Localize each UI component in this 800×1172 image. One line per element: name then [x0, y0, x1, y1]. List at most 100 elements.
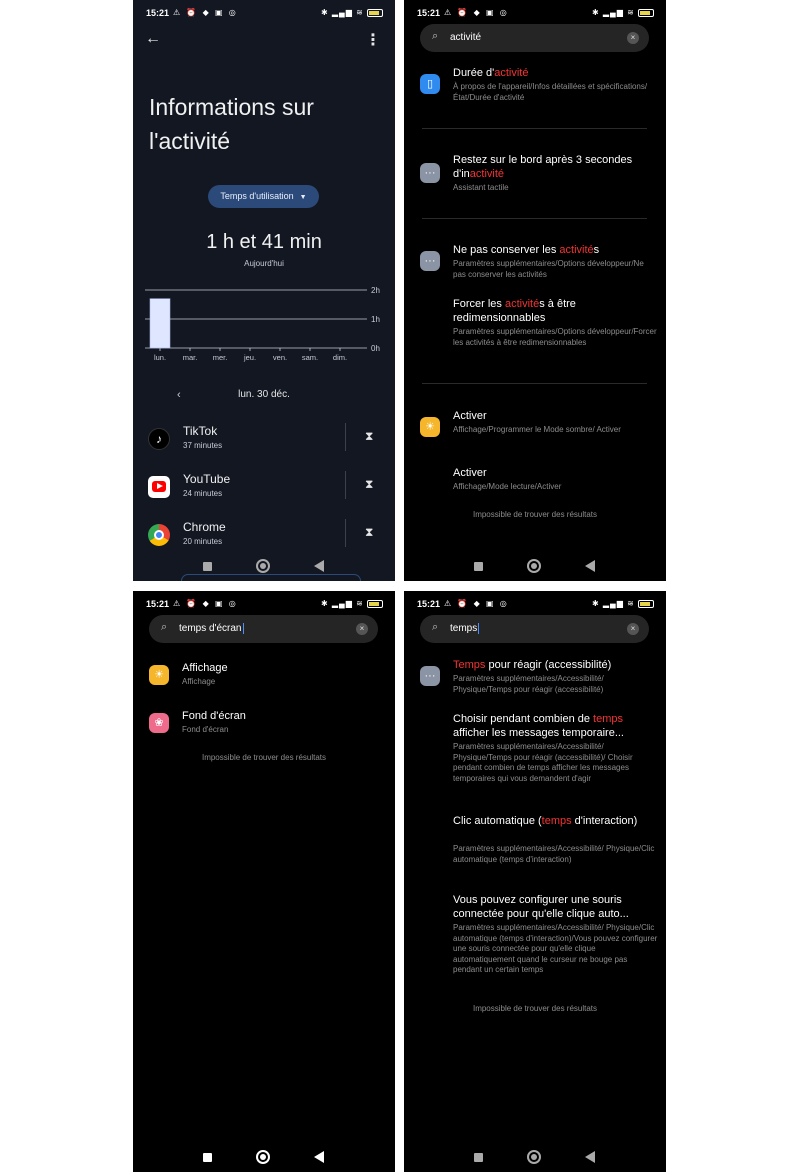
home-button[interactable]	[527, 559, 541, 573]
x-tick-label: ven.	[273, 353, 287, 362]
result-path: Paramètres supplémentaires/Options dével…	[453, 327, 657, 347]
bottom-sheet-handle	[181, 574, 361, 581]
bar-lun.	[149, 298, 171, 349]
system-icons: ✱ ▂▄▆ ≋	[321, 599, 383, 608]
tiktok-icon: ♪	[148, 428, 170, 450]
app-time: 37 minutes	[183, 441, 223, 450]
notification-icons: ⚠ ⏰ ◆ ▣ ◎	[173, 8, 238, 17]
app-row-tiktok[interactable]: ♪ TikTok 37 minutes ⧗	[133, 420, 395, 460]
dropdown-label: Temps d'utilisation	[220, 191, 294, 201]
system-icons: ✱ ▂▄▆ ≋	[592, 8, 654, 17]
page-title: Informations sur l'activité	[149, 94, 314, 154]
recents-button[interactable]	[474, 562, 483, 571]
back-button[interactable]	[585, 560, 595, 572]
app-name: YouTube	[183, 472, 231, 486]
x-tick-label: lun.	[154, 353, 166, 362]
status-time: 15:21	[417, 8, 441, 18]
result-title: Durée d'activité	[453, 67, 529, 79]
back-button[interactable]	[314, 560, 324, 572]
app-row-chrome[interactable]: Chrome 20 minutes ⧗	[133, 516, 395, 556]
hourglass-icon[interactable]: ⧗	[365, 477, 373, 492]
divider	[345, 519, 346, 547]
result-title: Forcer les activités à être redimensionn…	[453, 298, 576, 324]
result-title: Activer	[453, 410, 487, 422]
clear-icon[interactable]: ×	[356, 623, 368, 635]
recents-button[interactable]	[474, 1153, 483, 1162]
result-path: Assistant tactile	[453, 183, 509, 192]
search-bar[interactable]: ⌕ temps ×	[420, 615, 649, 643]
divider	[422, 218, 647, 219]
date-selector: ‹ lun. 30 déc.	[133, 389, 395, 403]
more-dots-icon: ···	[420, 666, 440, 686]
search-input[interactable]: temps	[450, 623, 480, 634]
result-path: Paramètres supplémentaires/Accessibilité…	[453, 923, 658, 974]
chrome-icon	[148, 524, 170, 546]
recents-button[interactable]	[203, 562, 212, 571]
result-path: Paramètres supplémentaires/Accessibilité…	[453, 742, 633, 783]
more-options-icon[interactable]: ⋮	[365, 30, 381, 50]
battery-icon	[638, 599, 654, 608]
app-name: TikTok	[183, 424, 218, 438]
result-title: Restez sur le bord après 3 secondes d'in…	[453, 154, 633, 180]
home-button[interactable]	[256, 1150, 270, 1164]
result-path: Paramètres supplémentaires/Accessibilité…	[453, 674, 604, 694]
status-bar: 15:21 ⚠ ⏰ ◆ ▣ ◎ ✱ ▂▄▆ ≋	[133, 591, 395, 617]
hourglass-icon[interactable]: ⧗	[365, 429, 373, 444]
battery-icon	[367, 8, 383, 17]
result-title: Ne pas conserver les activités	[453, 244, 600, 256]
x-tick-label: dim.	[333, 353, 347, 362]
back-button[interactable]	[314, 1151, 324, 1163]
clear-icon[interactable]: ×	[627, 32, 639, 44]
hourglass-icon[interactable]: ⧗	[365, 525, 373, 540]
result-path: Paramètres supplémentaires/Accessibilité…	[453, 844, 655, 864]
usage-type-dropdown[interactable]: Temps d'utilisation ▼	[208, 185, 319, 208]
clear-icon[interactable]: ×	[627, 623, 639, 635]
divider	[345, 423, 346, 451]
chevron-down-icon: ▼	[299, 194, 307, 201]
status-time: 15:21	[146, 8, 170, 18]
search-icon: ⌕	[432, 621, 439, 633]
home-button[interactable]	[527, 1150, 541, 1164]
result-title: Vous pouvez configurer une souris connec…	[453, 894, 629, 920]
result-title: Temps pour réagir (accessibilité)	[453, 659, 612, 671]
back-button[interactable]	[585, 1151, 595, 1163]
sun-icon: ☀	[149, 665, 169, 685]
search-bar[interactable]: ⌕ activité ×	[420, 24, 649, 52]
screen-search-temps-ecran: 15:21 ⚠ ⏰ ◆ ▣ ◎ ✱ ▂▄▆ ≋ ⌕ temps d'écran …	[133, 591, 395, 1172]
search-input[interactable]: temps d'écran	[179, 623, 244, 634]
search-input[interactable]: activité	[450, 32, 481, 43]
screen-search-temps: 15:21 ⚠ ⏰ ◆ ▣ ◎ ✱ ▂▄▆ ≋ ⌕ temps × ··· Te…	[404, 591, 666, 1172]
search-bar[interactable]: ⌕ temps d'écran ×	[149, 615, 378, 643]
result-path: Paramètres supplémentaires/Options dével…	[453, 259, 644, 279]
more-dots-icon: ···	[420, 251, 440, 271]
nav-bar	[133, 1147, 395, 1171]
result-path: Affichage/Mode lecture/Activer	[453, 482, 562, 491]
status-time: 15:21	[146, 599, 170, 609]
usage-chart-svg: 2h 1h 0h lun. mar. mer. jeu. ven. sam. dim.	[145, 286, 380, 362]
status-bar: 15:21 ⚠ ⏰ ◆ ▣ ◎ ✱ ▂▄▆ ≋	[404, 591, 666, 617]
result-title: Choisir pendant combien de temps affiche…	[453, 713, 624, 739]
screen-activity-info: 15:21 ⚠ ⏰ ◆ ▣ ◎ ✱ ▂▄▆ ≋ ← ⋮ Informations…	[133, 0, 395, 581]
status-time: 15:21	[417, 599, 441, 609]
recents-button[interactable]	[203, 1153, 212, 1162]
no-results-text: Impossible de trouver des résultats	[472, 1004, 598, 1013]
y-tick-label: 0h	[371, 344, 380, 353]
x-tick-label: jeu.	[243, 353, 256, 362]
x-tick-label: mar.	[183, 353, 198, 362]
app-time: 20 minutes	[183, 537, 223, 546]
status-bar: 15:21 ⚠ ⏰ ◆ ▣ ◎ ✱ ▂▄▆ ≋	[133, 0, 395, 26]
back-arrow-icon[interactable]: ←	[145, 30, 161, 48]
nav-bar	[404, 556, 666, 580]
home-button[interactable]	[256, 559, 270, 573]
battery-icon	[367, 599, 383, 608]
usage-chart: 2h 1h 0h lun. mar. mer. jeu. ven. sam. dim.	[145, 284, 383, 374]
app-row-youtube[interactable]: YouTube 24 minutes ⧗	[133, 468, 395, 508]
result-path: À propos de l'appareil/Infos détaillées …	[453, 82, 648, 102]
notification-icons: ⚠ ⏰ ◆ ▣ ◎	[444, 599, 509, 608]
notification-icons: ⚠ ⏰ ◆ ▣ ◎	[173, 599, 238, 608]
y-tick-label: 1h	[371, 315, 380, 324]
result-title: Activer	[453, 467, 487, 479]
nav-bar	[404, 1147, 666, 1171]
system-icons: ✱ ▂▄▆ ≋	[321, 8, 383, 17]
status-bar: 15:21 ⚠ ⏰ ◆ ▣ ◎ ✱ ▂▄▆ ≋	[404, 0, 666, 26]
